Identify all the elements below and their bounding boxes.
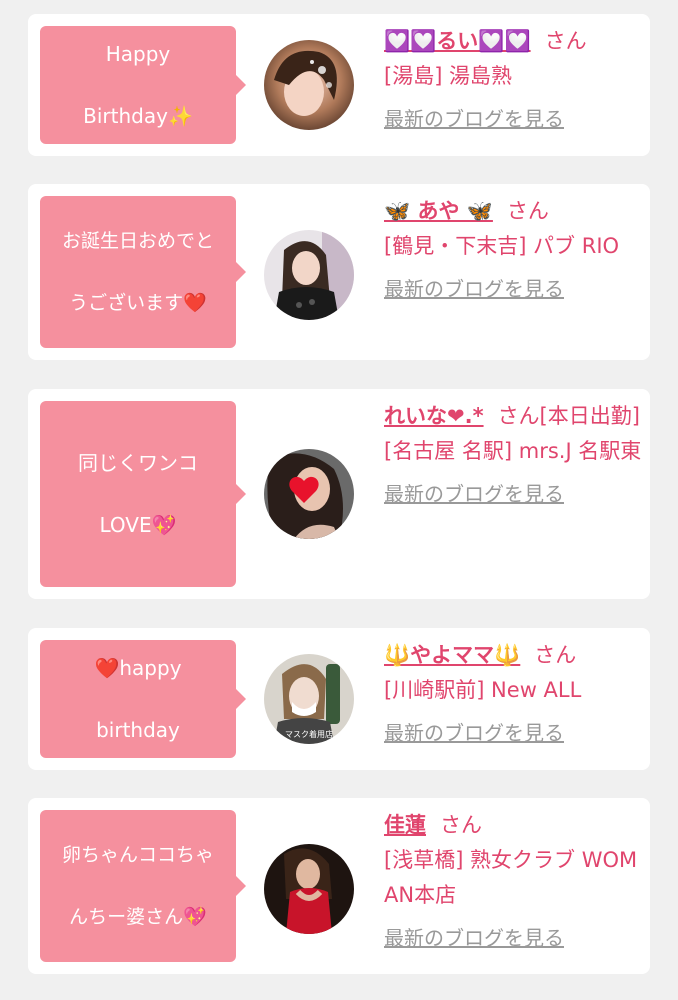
honorific: さん	[440, 813, 482, 837]
profile-info: 🦋 あや 🦋 さん [鶴見・下末吉] パブ RIO 最新のブログを見る	[384, 194, 642, 307]
message-text-line1: 卵ちゃんココちゃ	[61, 843, 214, 866]
shop-info: [川崎駅前] New ALL	[384, 678, 582, 702]
avatar[interactable]	[264, 449, 354, 539]
message-bubble: ❤️happy birthday	[40, 640, 246, 758]
avatar-caption: マスク着用店	[285, 729, 333, 739]
message-text-line2: birthday	[96, 717, 180, 742]
message-text-line2: うございます❤️	[69, 291, 207, 314]
message-text-line1: Happy	[105, 41, 171, 66]
profile-info: 佳蓮 さん [浅草橋] 熟女クラブ WOMAN本店 最新のブログを見る	[384, 808, 642, 956]
message-bubble: Happy Birthday✨	[40, 26, 246, 144]
message-card: 同じくワンコ LOVE💖 れいな❤︎.* さん[本日出勤] [名古屋 名駅] mr…	[28, 389, 650, 599]
cast-name-link[interactable]: 💟💟るい💟💟	[384, 29, 531, 53]
message-card: Happy Birthday✨ 💟💟るい💟💟 さん [湯島] 湯島熟 最新のブロ…	[28, 14, 650, 156]
honorific: さん	[544, 29, 587, 53]
message-bubble: 同じくワンコ LOVE💖	[40, 401, 246, 587]
honorific: さん	[534, 643, 577, 667]
cast-name-link[interactable]: 佳蓮	[384, 813, 426, 837]
cast-name-link[interactable]: れいな❤︎.*	[384, 404, 484, 428]
message-text-line2: Birthday✨	[83, 103, 193, 128]
latest-blog-link[interactable]: 最新のブログを見る	[384, 477, 642, 512]
message-card: ❤️happy birthday マスク着用店 🔱やよママ🔱 さん [川崎駅前] …	[28, 628, 650, 770]
message-bubble: お誕生日おめでと うございます❤️	[40, 196, 246, 348]
profile-info: 💟💟るい💟💟 さん [湯島] 湯島熟 最新のブログを見る	[384, 24, 642, 137]
avatar[interactable]	[264, 40, 354, 130]
message-text-line1: 同じくワンコ	[78, 450, 198, 475]
avatar[interactable]	[264, 230, 354, 320]
name-line: 佳蓮 さん	[384, 808, 642, 843]
message-card: お誕生日おめでと うございます❤️ 🦋 あや 🦋 さん [鶴見・下末吉] パブ R…	[28, 184, 650, 360]
cast-name-link[interactable]: 🦋 あや 🦋	[384, 199, 493, 223]
avatar[interactable]	[264, 844, 354, 934]
profile-info: れいな❤︎.* さん[本日出勤] [名古屋 名駅] mrs.J 名駅東 最新のブロ…	[384, 399, 642, 512]
shop-info: [鶴見・下末吉] パブ RIO	[384, 234, 620, 258]
cast-name-link[interactable]: 🔱やよママ🔱	[384, 643, 520, 667]
shop-info: [名古屋 名駅] mrs.J 名駅東	[384, 439, 642, 463]
name-line: 💟💟るい💟💟 さん	[384, 24, 642, 59]
name-line: 🦋 あや 🦋 さん	[384, 194, 642, 229]
shop-info: [浅草橋] 熟女クラブ WOMAN本店	[384, 848, 638, 907]
message-bubble: 卵ちゃんココちゃ んちー婆さん💖	[40, 810, 246, 962]
latest-blog-link[interactable]: 最新のブログを見る	[384, 272, 642, 307]
name-line: 🔱やよママ🔱 さん	[384, 638, 642, 673]
message-text-line1: ❤️happy	[94, 655, 182, 680]
message-text-line2: LOVE💖	[99, 512, 177, 537]
latest-blog-link[interactable]: 最新のブログを見る	[384, 921, 642, 956]
honorific: さん	[506, 199, 549, 223]
name-line: れいな❤︎.* さん[本日出勤]	[384, 399, 642, 434]
message-card: 卵ちゃんココちゃ んちー婆さん💖 佳蓮 さん [浅草橋] 熟女クラブ WOMAN本…	[28, 798, 650, 974]
profile-info: 🔱やよママ🔱 さん [川崎駅前] New ALL 最新のブログを見る	[384, 638, 642, 751]
latest-blog-link[interactable]: 最新のブログを見る	[384, 716, 642, 751]
honorific: さん[本日出勤]	[497, 404, 640, 428]
message-text-line1: お誕生日おめでと	[61, 229, 214, 252]
avatar[interactable]: マスク着用店	[264, 654, 354, 744]
shop-info: [湯島] 湯島熟	[384, 64, 513, 88]
latest-blog-link[interactable]: 最新のブログを見る	[384, 102, 642, 137]
message-text-line2: んちー婆さん💖	[69, 905, 207, 928]
